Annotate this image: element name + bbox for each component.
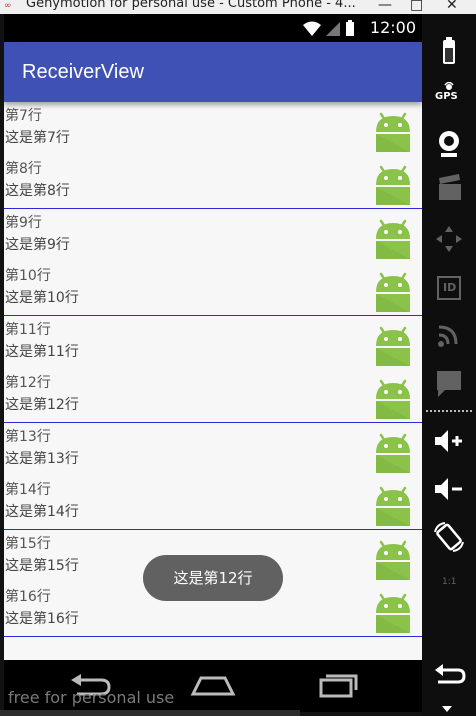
- battery-icon[interactable]: [430, 34, 468, 68]
- android-robot-icon: [372, 589, 414, 633]
- dpad-icon[interactable]: [430, 222, 468, 256]
- status-time: 12:00: [369, 18, 416, 37]
- list-item-title: 第16行: [5, 589, 51, 605]
- nav-recents-icon[interactable]: [313, 670, 361, 700]
- app-bar: ReceiverView: [4, 42, 422, 102]
- list-item[interactable]: 第14行这是第14行: [4, 476, 422, 530]
- list-item-subtitle: 这是第15行: [5, 557, 79, 574]
- list-item[interactable]: 第10行这是第10行: [4, 262, 422, 316]
- android-robot-icon: [372, 429, 414, 473]
- list-item[interactable]: 第11行这是第11行: [4, 315, 422, 370]
- list-item-title: 第11行: [5, 321, 51, 338]
- android-robot-icon: [372, 108, 414, 152]
- nav-home-icon[interactable]: [189, 670, 237, 700]
- phone-screen: 12:00 ReceiverView 这是第6行第7行这是第7行第8行这是第8行…: [4, 14, 422, 712]
- list-item-title: 第13行: [5, 428, 51, 445]
- list-item-title: 第7行: [5, 107, 42, 124]
- rss-icon[interactable]: [430, 319, 468, 353]
- window-titlebar: ∞ Genymotion for personal use - Custom P…: [0, 0, 476, 14]
- list-item-title: 第10行: [5, 268, 51, 284]
- android-robot-icon: [372, 268, 414, 312]
- genymotion-sidebar: GPS ID 1:1: [422, 14, 476, 716]
- list-item-subtitle: 这是第7行: [5, 129, 70, 146]
- menu-icon[interactable]: [440, 704, 454, 714]
- android-robot-icon: [372, 215, 414, 259]
- list-item-subtitle: 这是第12行: [5, 397, 79, 413]
- volume-down-icon[interactable]: [430, 472, 468, 506]
- list-item-title: 第14行: [5, 482, 51, 498]
- scale-icon[interactable]: 1:1: [430, 568, 468, 602]
- android-robot-icon: [372, 375, 414, 419]
- debug-strip: [0, 710, 300, 716]
- window-title: Genymotion for personal use - Custom Pho…: [26, 0, 356, 11]
- list-item-subtitle: 这是第10行: [5, 290, 79, 306]
- app-title: ReceiverView: [22, 61, 144, 83]
- list-item-subtitle: 这是第16行: [5, 611, 79, 627]
- sidebar-separator: [426, 410, 472, 412]
- list-item-subtitle: 这是第11行: [5, 343, 79, 360]
- camera-icon[interactable]: [430, 126, 468, 160]
- battery-status-icon: [346, 20, 354, 36]
- clapper-icon[interactable]: [430, 172, 468, 206]
- list-item-subtitle: 这是第8行: [5, 183, 70, 199]
- gps-icon[interactable]: GPS: [430, 82, 468, 116]
- list-item[interactable]: 第7行这是第7行: [4, 101, 422, 156]
- list-item-title: 第8行: [5, 161, 42, 177]
- list-item[interactable]: 第12行这是第12行: [4, 369, 422, 423]
- back-icon[interactable]: [430, 658, 468, 692]
- rotate-icon[interactable]: [430, 520, 468, 554]
- list-item-title: 第12行: [5, 375, 51, 391]
- volume-up-icon[interactable]: [430, 424, 468, 458]
- list-item[interactable]: 第8行这是第8行: [4, 155, 422, 209]
- id-label: ID: [443, 281, 457, 294]
- gps-label: GPS: [435, 91, 458, 102]
- maximize-button[interactable]: □: [410, 0, 423, 13]
- scale-label: 1:1: [442, 577, 457, 587]
- android-robot-icon: [372, 482, 414, 526]
- close-button[interactable]: ✕: [446, 0, 458, 13]
- id-icon[interactable]: ID: [430, 272, 468, 306]
- list-item-title: 第9行: [5, 214, 42, 231]
- android-robot-icon: [372, 322, 414, 366]
- list-item-subtitle: 这是第14行: [5, 504, 79, 520]
- genymotion-app-icon: ∞: [4, 1, 12, 11]
- list-item-title: 第15行: [5, 535, 51, 552]
- wifi-icon: [303, 21, 321, 36]
- toast-message: 这是第12行: [143, 555, 283, 601]
- android-robot-icon: [372, 161, 414, 205]
- android-robot-icon: [372, 536, 414, 580]
- list-item[interactable]: 第9行这是第9行: [4, 208, 422, 263]
- sms-icon[interactable]: [430, 366, 468, 400]
- list-item[interactable]: 第13行这是第13行: [4, 422, 422, 477]
- watermark-text: free for personal use: [8, 688, 175, 707]
- minimize-button[interactable]: —: [378, 0, 392, 13]
- list-item-subtitle: 这是第9行: [5, 236, 70, 253]
- signal-icons: [303, 20, 354, 36]
- cell-signal-icon: [326, 22, 340, 36]
- list-item-subtitle: 这是第13行: [5, 450, 79, 467]
- status-bar: 12:00: [4, 14, 422, 42]
